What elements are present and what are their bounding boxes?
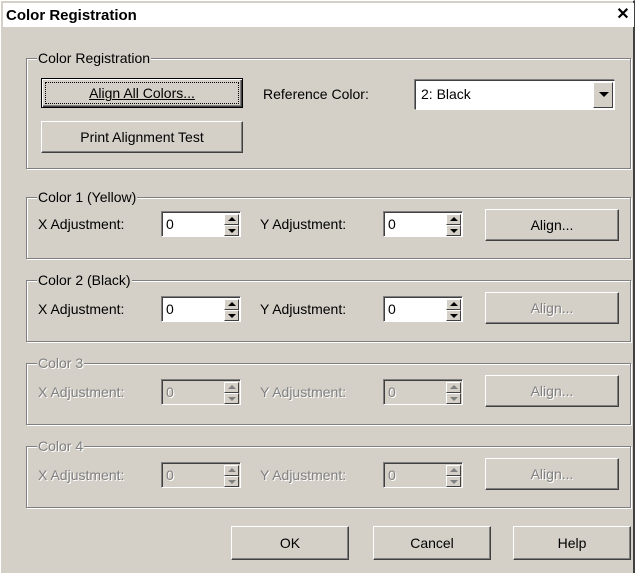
color-1-y-adjustment-spinner[interactable]: 0	[383, 211, 463, 237]
chevron-down-icon	[599, 92, 609, 97]
arrow-up-icon	[450, 468, 458, 472]
group-legend: Color 4	[37, 438, 85, 454]
arrow-down-icon	[228, 480, 236, 484]
help-button[interactable]: Help	[513, 526, 631, 560]
align-label: Align...	[530, 383, 574, 399]
group-legend: Color Registration	[37, 50, 152, 66]
y-adjustment-value[interactable]: 0	[388, 216, 396, 232]
group-legend: Color 2 (Black)	[37, 272, 132, 288]
title-bar[interactable]: Color Registration ✕	[3, 3, 634, 27]
x-adjustment-label: X Adjustment:	[38, 384, 125, 400]
color-2-align-button[interactable]: Align...	[485, 292, 619, 324]
arrow-down-icon	[450, 480, 458, 484]
align-label: Align...	[530, 217, 574, 233]
reference-color-label: Reference Color:	[263, 86, 369, 102]
y-adjustment-label: Y Adjustment:	[260, 301, 347, 317]
y-adjustment-label: Y Adjustment:	[260, 467, 347, 483]
color-1-align-button[interactable]: Align...	[485, 209, 619, 241]
spin-up-button[interactable]	[224, 299, 239, 310]
x-adjustment-value: 0	[166, 384, 174, 400]
arrow-up-icon	[228, 302, 236, 306]
spin-down-button	[446, 476, 461, 487]
x-adjustment-value[interactable]: 0	[166, 216, 174, 232]
color-3-y-adjustment-spinner[interactable]: 0	[383, 379, 463, 405]
color-2-x-adjustment-spinner[interactable]: 0	[161, 296, 241, 322]
print-alignment-test-label: Print Alignment Test	[80, 129, 204, 145]
x-adjustment-label: X Adjustment:	[38, 216, 125, 232]
window-title: Color Registration	[6, 7, 137, 24]
reference-color-value: 2: Black	[421, 86, 471, 102]
spin-up-button[interactable]	[224, 214, 239, 225]
cancel-button[interactable]: Cancel	[373, 526, 491, 560]
dialog-window: Color Registration ✕ Color Registration …	[0, 0, 635, 573]
spin-up-button	[446, 382, 461, 393]
align-all-colors-label: Align All Colors...	[89, 85, 195, 101]
arrow-up-icon	[450, 385, 458, 389]
spin-down-button[interactable]	[224, 310, 239, 321]
spin-up-button	[446, 465, 461, 476]
x-adjustment-value: 0	[166, 467, 174, 483]
arrow-up-icon	[228, 385, 236, 389]
arrow-up-icon	[450, 217, 458, 221]
spin-down-button[interactable]	[224, 225, 239, 236]
reference-color-select[interactable]: 2: Black	[415, 80, 615, 110]
y-adjustment-value[interactable]: 0	[388, 301, 396, 317]
align-label: Align...	[530, 300, 574, 316]
spin-up-button[interactable]	[446, 214, 461, 225]
spin-up-button	[224, 465, 239, 476]
color-3-align-button[interactable]: Align...	[485, 375, 619, 407]
ok-button[interactable]: OK	[231, 526, 349, 560]
align-label: Align...	[530, 466, 574, 482]
color-2-y-adjustment-spinner[interactable]: 0	[383, 296, 463, 322]
y-adjustment-value: 0	[388, 384, 396, 400]
help-label: Help	[557, 535, 587, 551]
color-3-x-adjustment-spinner[interactable]: 0	[161, 379, 241, 405]
arrow-down-icon	[450, 229, 458, 233]
color-4-x-adjustment-spinner[interactable]: 0	[161, 462, 241, 488]
arrow-down-icon	[228, 314, 236, 318]
arrow-up-icon	[228, 468, 236, 472]
y-adjustment-value: 0	[388, 467, 396, 483]
arrow-down-icon	[450, 397, 458, 401]
cancel-label: Cancel	[410, 535, 454, 551]
arrow-down-icon	[228, 229, 236, 233]
spin-down-button[interactable]	[446, 225, 461, 236]
spin-down-button	[224, 476, 239, 487]
color-4-align-button[interactable]: Align...	[485, 458, 619, 490]
spin-up-button[interactable]	[446, 299, 461, 310]
arrow-down-icon	[228, 397, 236, 401]
x-adjustment-label: X Adjustment:	[38, 301, 125, 317]
arrow-up-icon	[228, 217, 236, 221]
x-adjustment-label: X Adjustment:	[38, 467, 125, 483]
color-4-y-adjustment-spinner[interactable]: 0	[383, 462, 463, 488]
arrow-down-icon	[450, 314, 458, 318]
arrow-up-icon	[450, 302, 458, 306]
spin-down-button	[224, 393, 239, 404]
group-legend: Color 3	[37, 355, 85, 371]
spin-down-button[interactable]	[446, 310, 461, 321]
color-1-x-adjustment-spinner[interactable]: 0	[161, 211, 241, 237]
ok-label: OK	[279, 535, 301, 551]
group-legend: Color 1 (Yellow)	[37, 189, 138, 205]
x-adjustment-value[interactable]: 0	[166, 301, 174, 317]
align-all-colors-button[interactable]: Align All Colors...	[41, 78, 243, 108]
close-icon[interactable]: ✕	[614, 6, 632, 24]
y-adjustment-label: Y Adjustment:	[260, 216, 347, 232]
spin-down-button	[446, 393, 461, 404]
y-adjustment-label: Y Adjustment:	[260, 384, 347, 400]
dropdown-arrow-button[interactable]	[593, 82, 613, 108]
print-alignment-test-button[interactable]: Print Alignment Test	[41, 121, 243, 153]
spin-up-button	[224, 382, 239, 393]
